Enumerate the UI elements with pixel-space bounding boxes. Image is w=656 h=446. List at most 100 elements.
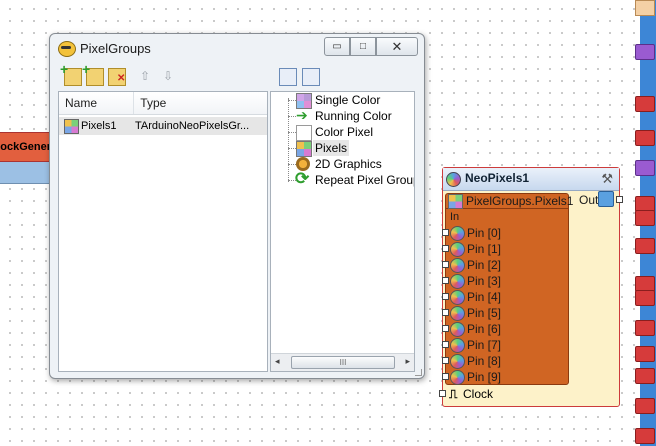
column-header-name[interactable]: Name xyxy=(59,92,135,114)
tree-item-pixels[interactable]: Pixels xyxy=(271,140,414,157)
component-icon[interactable] xyxy=(635,346,655,362)
input-pin[interactable]: Pin [9] xyxy=(442,369,568,385)
list-item-name-cell: Pixels1 xyxy=(59,117,135,135)
tree-connector xyxy=(288,164,296,165)
clock-generator-body xyxy=(0,162,54,184)
close-button[interactable]: ✕ xyxy=(376,37,418,56)
tree-item-single-color[interactable]: Single Color xyxy=(271,92,414,109)
pixelgroups-window[interactable]: PixelGroups ▭ □ ✕ ⇧ ⇩ Name Type Pixels1 … xyxy=(49,33,425,379)
input-pin[interactable]: Pin [5] xyxy=(442,305,568,321)
component-header[interactable]: NeoPixels1 ⚒ xyxy=(443,168,619,191)
component-icon[interactable] xyxy=(635,160,655,176)
component-icon[interactable] xyxy=(635,398,655,414)
pin-connector[interactable] xyxy=(442,341,449,348)
list-item[interactable]: Pixels1 TArduinoNeoPixelsGr... xyxy=(59,117,267,135)
tree-item-color-pixel[interactable]: Color Pixel xyxy=(271,124,414,141)
color-pin-icon xyxy=(450,354,465,369)
app-icon xyxy=(58,41,76,57)
component-icon[interactable] xyxy=(635,368,655,384)
component-icon[interactable] xyxy=(635,96,655,112)
component-icon[interactable] xyxy=(635,290,655,306)
expand-all-icon[interactable] xyxy=(279,68,297,86)
output-pin-connector[interactable] xyxy=(616,196,623,203)
input-pin[interactable]: Pin [1] xyxy=(442,241,568,257)
column-header-type[interactable]: Type xyxy=(134,92,267,114)
output-pin-icon[interactable] xyxy=(598,191,614,207)
window-toolbar: ⇧ ⇩ xyxy=(57,61,416,91)
tools-icon[interactable]: ⚒ xyxy=(601,171,613,187)
pin-connector[interactable] xyxy=(442,357,449,364)
tree-item-label: Running Color xyxy=(315,109,392,123)
input-pin[interactable]: Pin [7] xyxy=(442,337,568,353)
scroll-thumb[interactable]: III xyxy=(291,356,395,369)
tree-connector xyxy=(288,148,296,149)
delete-item-icon[interactable] xyxy=(108,68,126,86)
pixel-group-element[interactable]: PixelGroups.Pixels1 In Pin [0] Pin [1] Pin… xyxy=(442,193,573,385)
neopixels-component[interactable]: NeoPixels1 ⚒ PixelGroups.Pixels1 In Pin … xyxy=(439,167,623,407)
component-icon[interactable] xyxy=(635,210,655,226)
tree-item-2d-graphics[interactable]: 2D Graphics xyxy=(271,156,414,172)
clock-pin[interactable]: ⎍ Clock xyxy=(439,386,563,402)
component-icon[interactable] xyxy=(635,428,655,444)
tree-item-label: Pixels xyxy=(313,140,350,156)
component-name: NeoPixels1 xyxy=(465,171,530,185)
repeat-icon xyxy=(295,169,310,189)
input-pin[interactable]: Pin [2] xyxy=(442,257,568,273)
pin-connector[interactable] xyxy=(442,229,449,236)
tree: Single Color Running Color Color Pixel P… xyxy=(271,92,414,352)
input-pin[interactable]: Pin [3] xyxy=(442,273,568,289)
pin-connector[interactable] xyxy=(442,373,449,380)
maximize-button[interactable]: □ xyxy=(350,37,376,56)
color-pin-icon xyxy=(450,322,465,337)
clock-generator-header: ockGener xyxy=(0,132,54,162)
pin-connector[interactable] xyxy=(442,245,449,252)
tree-item-repeat-pixel-groups[interactable]: Repeat Pixel Groups xyxy=(271,169,414,189)
pin-label: Pin [7] xyxy=(467,338,502,352)
pixel-group-header: PixelGroups.Pixels1 xyxy=(446,194,573,209)
add-item-icon[interactable] xyxy=(60,61,82,86)
move-up-icon[interactable]: ⇧ xyxy=(137,68,153,84)
pin-label: Pin [0] xyxy=(467,226,502,240)
in-label: In xyxy=(450,211,460,223)
items-list[interactable]: Name Type Pixels1 TArduinoNeoPixelsGr... xyxy=(58,91,268,372)
input-pin[interactable]: Pin [4] xyxy=(442,289,568,305)
scroll-right-icon[interactable]: ▸ xyxy=(405,356,410,367)
input-pin[interactable]: Pin [8] xyxy=(442,353,568,369)
tree-item-running-color[interactable]: Running Color xyxy=(271,107,414,124)
component-icon[interactable] xyxy=(635,44,655,60)
component-icon[interactable] xyxy=(635,320,655,336)
add-sub-item-icon[interactable] xyxy=(82,61,104,86)
pin-connector[interactable] xyxy=(442,325,449,332)
tree-item-label: 2D Graphics xyxy=(315,157,382,171)
color-pin-icon xyxy=(450,242,465,257)
out-label: Out xyxy=(579,193,599,207)
window-titlebar[interactable]: PixelGroups ▭ □ ✕ xyxy=(50,34,424,64)
component-icon[interactable] xyxy=(635,238,655,254)
resize-grip[interactable] xyxy=(415,369,422,376)
clock-generator-component[interactable]: ockGener xyxy=(0,132,54,184)
color-pin-icon xyxy=(450,370,465,385)
input-pin[interactable]: Pin [6] xyxy=(442,321,568,337)
pin-label: Pin [5] xyxy=(467,306,502,320)
color-pin-icon xyxy=(450,306,465,321)
color-pin-icon xyxy=(450,258,465,273)
minimize-button[interactable]: ▭ xyxy=(324,37,350,56)
pin-connector[interactable] xyxy=(442,277,449,284)
component-icon[interactable] xyxy=(635,0,655,16)
palette-tree[interactable]: Single Color Running Color Color Pixel P… xyxy=(270,91,415,372)
horizontal-scrollbar[interactable]: ◂ III ▸ xyxy=(271,353,414,371)
move-down-icon[interactable]: ⇩ xyxy=(160,68,176,84)
tree-connector xyxy=(288,100,296,101)
pin-connector[interactable] xyxy=(442,261,449,268)
component-icon[interactable] xyxy=(635,130,655,146)
pin-connector[interactable] xyxy=(442,293,449,300)
color-pixel-icon xyxy=(296,125,312,141)
scroll-left-icon[interactable]: ◂ xyxy=(275,356,280,367)
pin-connector[interactable] xyxy=(442,309,449,316)
pin-label: Pin [3] xyxy=(467,274,502,288)
pin-label: Pin [6] xyxy=(467,322,502,336)
input-pin[interactable]: Pin [0] xyxy=(442,225,568,241)
clock-pin-connector[interactable] xyxy=(439,390,446,397)
color-pin-icon xyxy=(450,274,465,289)
collapse-all-icon[interactable] xyxy=(302,68,320,86)
